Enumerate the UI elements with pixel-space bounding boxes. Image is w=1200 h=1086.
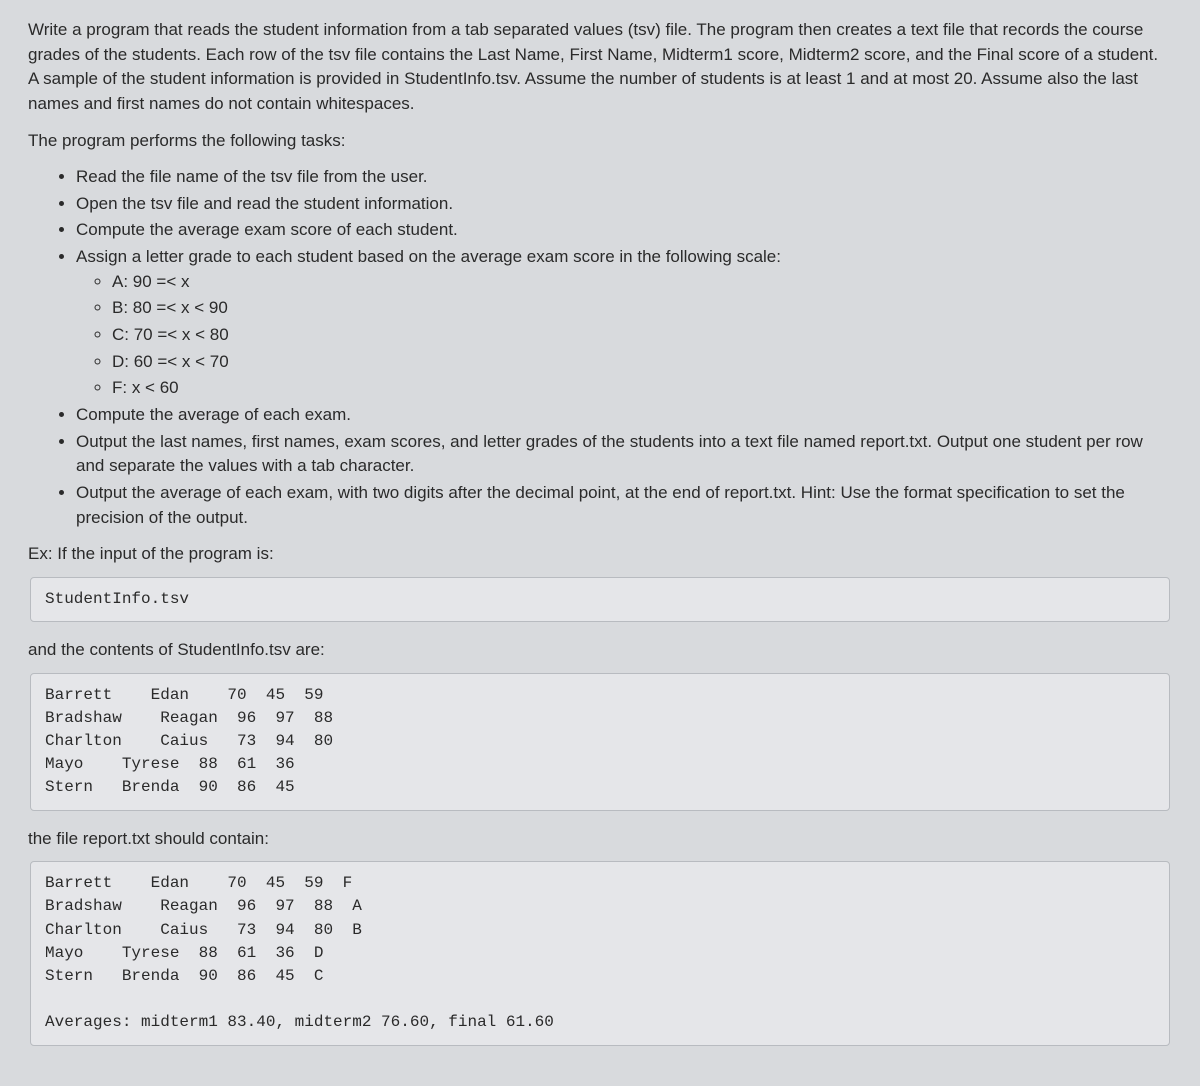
grade-scale-item: C: 70 =< x < 80 — [112, 323, 1172, 348]
grade-scale-item: D: 60 =< x < 70 — [112, 350, 1172, 375]
task-item: Compute the average exam score of each s… — [76, 218, 1172, 243]
task-item: Open the tsv file and read the student i… — [76, 192, 1172, 217]
task-item: Output the last names, first names, exam… — [76, 430, 1172, 479]
task-item-label: Assign a letter grade to each student ba… — [76, 247, 781, 266]
grade-scale-item: B: 80 =< x < 90 — [112, 296, 1172, 321]
grade-scale-list: A: 90 =< x B: 80 =< x < 90 C: 70 =< x < … — [76, 270, 1172, 401]
grade-scale-item: F: x < 60 — [112, 376, 1172, 401]
task-item: Assign a letter grade to each student ba… — [76, 245, 1172, 401]
contents-label: and the contents of StudentInfo.tsv are: — [28, 638, 1172, 663]
report-label: the file report.txt should contain: — [28, 827, 1172, 852]
task-item: Output the average of each exam, with tw… — [76, 481, 1172, 530]
tasks-list: Read the file name of the tsv file from … — [28, 165, 1172, 530]
task-item: Compute the average of each exam. — [76, 403, 1172, 428]
example-input-label: Ex: If the input of the program is: — [28, 542, 1172, 567]
task-item: Read the file name of the tsv file from … — [76, 165, 1172, 190]
code-block-tsv-contents: Barrett Edan 70 45 59 Bradshaw Reagan 96… — [30, 673, 1170, 811]
code-block-report-output: Barrett Edan 70 45 59 F Bradshaw Reagan … — [30, 861, 1170, 1045]
grade-scale-item: A: 90 =< x — [112, 270, 1172, 295]
tasks-intro: The program performs the following tasks… — [28, 129, 1172, 154]
intro-paragraph: Write a program that reads the student i… — [28, 18, 1172, 117]
code-block-input: StudentInfo.tsv — [30, 577, 1170, 622]
